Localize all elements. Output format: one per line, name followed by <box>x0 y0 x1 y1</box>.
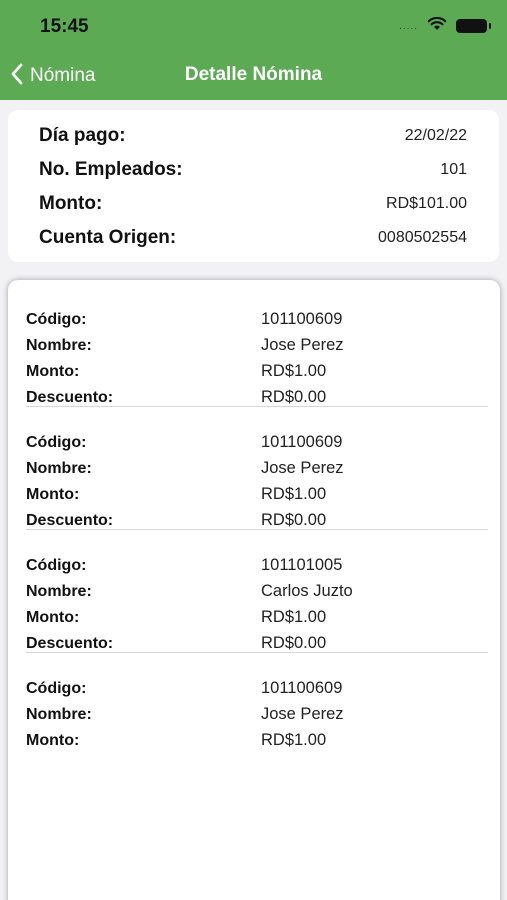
codigo-label: Código: <box>26 680 87 697</box>
summary-value: 22/02/22 <box>404 127 467 144</box>
codigo-label: Código: <box>26 311 87 328</box>
monto-label: Monto: <box>26 486 80 503</box>
entry-row-nombre: Nombre: Jose Perez <box>8 333 500 359</box>
descuento-value: RD$0.00 <box>261 511 327 529</box>
entry-row-descuento: Descuento: RD$0.00 <box>8 508 500 534</box>
entry-row-nombre: Nombre: Jose Perez <box>8 702 500 728</box>
entry-row-nombre: Nombre: Carlos Juzto <box>8 579 500 605</box>
entry-row-codigo: Código: 101101005 <box>8 553 500 579</box>
monto-value: RD$1.00 <box>261 608 327 626</box>
entry-row-nombre: Nombre: Jose Perez <box>8 456 500 482</box>
status-icons: ..... <box>399 15 491 37</box>
descuento-value: RD$0.00 <box>261 388 327 406</box>
summary-row-monto: Monto: RD$101.00 <box>39 187 467 221</box>
summary-label: Monto: <box>39 193 103 214</box>
battery-icon <box>456 19 491 33</box>
descuento-label: Descuento: <box>26 635 114 652</box>
entry-row-descuento: Descuento: RD$0.00 <box>8 631 500 657</box>
monto-value: RD$1.00 <box>261 731 327 749</box>
wifi-icon <box>427 16 447 36</box>
nombre-value: Jose Perez <box>261 336 344 354</box>
summary-value: 101 <box>440 161 467 178</box>
summary-row-cuenta-origen: Cuenta Origen: 0080502554 <box>39 221 467 255</box>
monto-value: RD$1.00 <box>261 362 327 380</box>
summary-label: Cuenta Origen: <box>39 227 177 248</box>
entry-row-monto: Monto: RD$1.00 <box>8 728 500 754</box>
entry-row-codigo: Código: 101100609 <box>8 676 500 702</box>
entry-row-codigo: Código: 101100609 <box>8 307 500 333</box>
codigo-value: 101100609 <box>261 433 343 451</box>
entry-row-monto: Monto: RD$1.00 <box>8 359 500 385</box>
codigo-label: Código: <box>26 557 87 574</box>
monto-label: Monto: <box>26 363 80 380</box>
entry-row-codigo: Código: 101100609 <box>8 430 500 456</box>
monto-label: Monto: <box>26 609 80 626</box>
nombre-label: Nombre: <box>26 337 92 354</box>
summary-value: 0080502554 <box>378 229 467 246</box>
divider <box>26 652 488 653</box>
nombre-label: Nombre: <box>26 583 92 600</box>
summary-label: Día pago: <box>39 125 126 146</box>
codigo-label: Código: <box>26 434 87 451</box>
header: 15:45 ..... Nómina Detalle Nómina <box>0 0 507 100</box>
employee-list[interactable]: Código: 101100609 Nombre: Jose Perez Mon… <box>8 280 500 900</box>
signal-icon: ..... <box>399 20 418 32</box>
descuento-label: Descuento: <box>26 389 114 406</box>
page-title: Detalle Nómina <box>184 64 323 85</box>
descuento-label: Descuento: <box>26 512 114 529</box>
monto-label: Monto: <box>26 732 80 749</box>
codigo-value: 101101005 <box>261 556 343 574</box>
nombre-value: Jose Perez <box>261 459 344 477</box>
entry-row-monto: Monto: RD$1.00 <box>8 605 500 631</box>
status-time: 15:45 <box>40 16 89 37</box>
nombre-label: Nombre: <box>26 706 92 723</box>
summary-row-empleados: No. Empleados: 101 <box>39 153 467 187</box>
divider <box>26 406 488 407</box>
codigo-value: 101100609 <box>261 310 343 328</box>
nombre-value: Jose Perez <box>261 705 344 723</box>
divider <box>26 529 488 530</box>
summary-label: No. Empleados: <box>39 159 183 180</box>
descuento-value: RD$0.00 <box>261 634 327 652</box>
codigo-value: 101100609 <box>261 679 343 697</box>
monto-value: RD$1.00 <box>261 485 327 503</box>
summary-value: RD$101.00 <box>386 195 467 212</box>
entry-row-descuento: Descuento: RD$0.00 <box>8 385 500 411</box>
entry-row-monto: Monto: RD$1.00 <box>8 482 500 508</box>
summary-card: Día pago: 22/02/22 No. Empleados: 101 Mo… <box>8 110 499 262</box>
nombre-value: Carlos Juzto <box>261 582 353 600</box>
nombre-label: Nombre: <box>26 460 92 477</box>
summary-row-dia-pago: Día pago: 22/02/22 <box>39 119 467 153</box>
